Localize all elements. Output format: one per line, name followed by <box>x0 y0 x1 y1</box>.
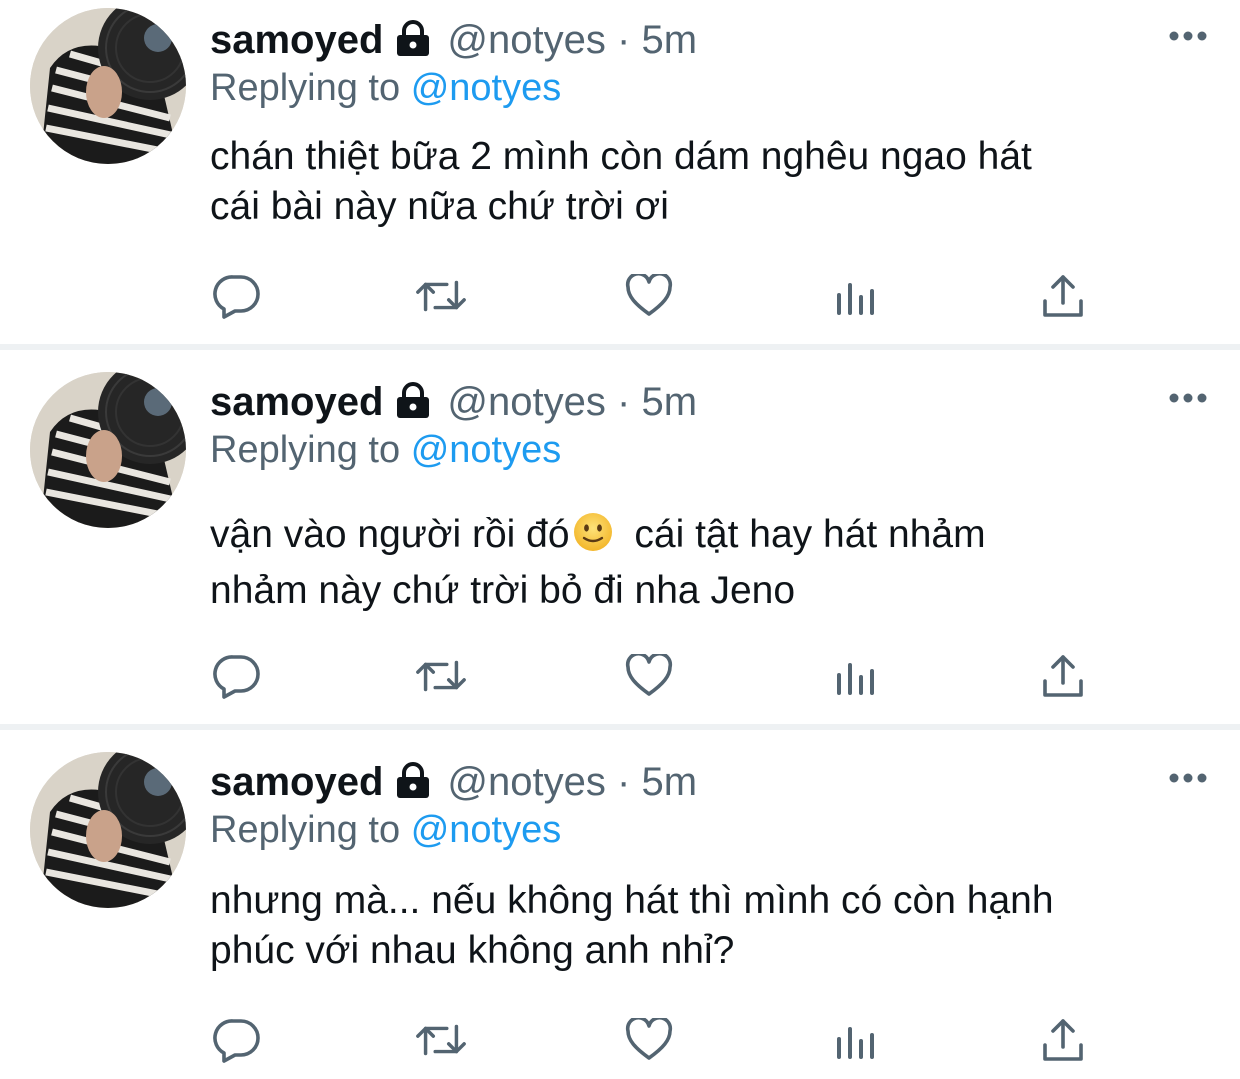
replying-prefix: Replying to <box>210 429 401 471</box>
retweet-button[interactable] <box>414 270 468 322</box>
tweet-actions <box>210 650 1090 702</box>
more-icon[interactable] <box>1168 30 1208 42</box>
more-icon[interactable] <box>1168 772 1208 784</box>
retweet-icon <box>416 1024 466 1056</box>
mention-link[interactable]: @notyes <box>411 67 562 109</box>
replying-to: Replying to @notyes <box>210 808 561 852</box>
display-name[interactable]: samoyed <box>210 760 383 804</box>
analytics-icon <box>837 283 874 315</box>
share-icon <box>1043 275 1083 317</box>
avatar[interactable] <box>30 372 186 528</box>
tweet[interactable]: samoyed @notyes · 5m Replying to @notyes … <box>0 0 1240 344</box>
share-button[interactable] <box>1036 270 1090 322</box>
slightly-smiling-face-emoji <box>572 511 614 566</box>
tweet[interactable]: samoyed @notyes · 5m Replying to @notyes … <box>0 350 1240 724</box>
lock-icon <box>393 382 433 427</box>
reply-icon <box>213 275 260 319</box>
reply-icon <box>213 1019 260 1063</box>
reply-button[interactable] <box>210 650 264 702</box>
timestamp[interactable]: 5m <box>641 760 697 804</box>
timestamp[interactable]: 5m <box>641 18 697 62</box>
replying-to: Replying to @notyes <box>210 428 561 472</box>
like-button[interactable] <box>622 1014 676 1066</box>
analytics-icon <box>837 1027 874 1059</box>
replying-prefix: Replying to <box>210 809 401 851</box>
display-name[interactable]: samoyed <box>210 18 383 62</box>
mention-link[interactable]: @notyes <box>411 429 562 471</box>
separator-dot: · <box>617 380 631 424</box>
lock-icon <box>393 20 433 65</box>
more-icon[interactable] <box>1168 392 1208 404</box>
lock-icon <box>393 762 433 807</box>
share-icon <box>1043 1019 1083 1061</box>
analytics-button[interactable] <box>828 270 882 322</box>
retweet-icon <box>416 280 466 312</box>
like-button[interactable] <box>622 270 676 322</box>
timestamp[interactable]: 5m <box>641 380 697 424</box>
share-icon <box>1043 655 1083 697</box>
tweet-text: nhưng mà... nếu không hát thì mình có cò… <box>210 879 1054 972</box>
reply-button[interactable] <box>210 270 264 322</box>
retweet-button[interactable] <box>414 1014 468 1066</box>
mention-link[interactable]: @notyes <box>411 809 562 851</box>
like-icon <box>625 1018 673 1060</box>
tweet-actions <box>210 270 1090 322</box>
separator-dot: · <box>617 18 631 62</box>
reply-icon <box>213 655 260 699</box>
tweet[interactable]: samoyed @notyes · 5m Replying to @notyes … <box>0 730 1240 1079</box>
reply-button[interactable] <box>210 1014 264 1066</box>
like-button[interactable] <box>622 650 676 702</box>
avatar[interactable] <box>30 752 186 908</box>
tweet-text-part: vận vào người rồi đó <box>210 513 570 556</box>
replying-to: Replying to @notyes <box>210 66 561 110</box>
handle[interactable]: @notyes <box>447 380 605 424</box>
retweet-icon <box>416 660 466 692</box>
retweet-button[interactable] <box>414 650 468 702</box>
like-icon <box>625 654 673 696</box>
share-button[interactable] <box>1036 1014 1090 1066</box>
analytics-button[interactable] <box>828 1014 882 1066</box>
replying-prefix: Replying to <box>210 67 401 109</box>
handle[interactable]: @notyes <box>447 18 605 62</box>
share-button[interactable] <box>1036 650 1090 702</box>
avatar[interactable] <box>30 8 186 164</box>
analytics-button[interactable] <box>828 650 882 702</box>
like-icon <box>625 274 673 316</box>
analytics-icon <box>837 663 874 695</box>
tweet-text: chán thiệt bữa 2 mình còn dám nghêu ngao… <box>210 135 1032 228</box>
tweet-text: vận vào người rồi đó cái tật hay hát nhả… <box>210 510 1200 616</box>
display-name[interactable]: samoyed <box>210 380 383 424</box>
handle[interactable]: @notyes <box>447 760 605 804</box>
tweet-actions <box>210 1014 1090 1066</box>
separator-dot: · <box>617 760 631 804</box>
